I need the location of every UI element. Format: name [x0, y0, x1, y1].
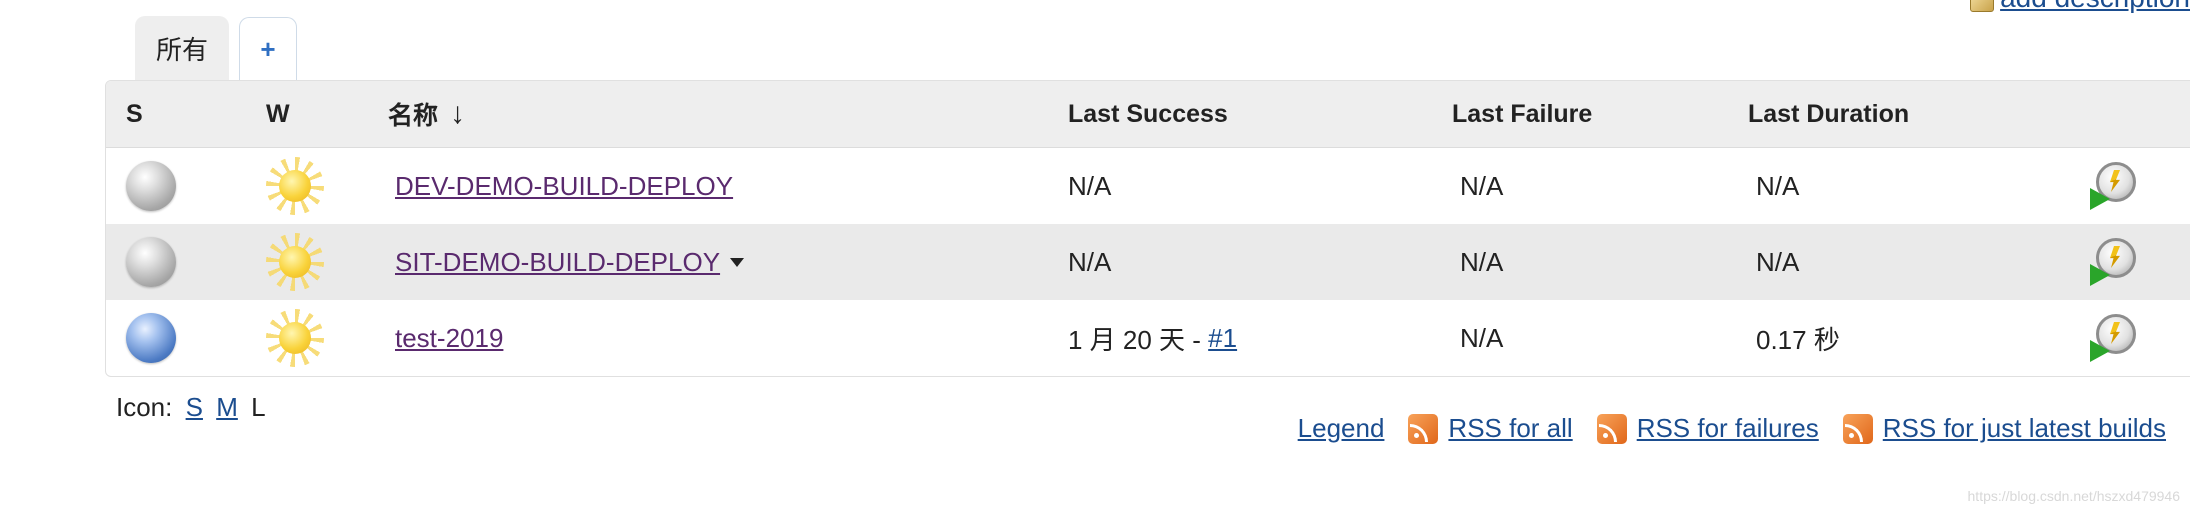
- footer-links: Legend RSS for all RSS for failures RSS …: [1274, 413, 2166, 444]
- rss-icon[interactable]: [1408, 413, 1439, 444]
- rss-failures-item: RSS for failures: [1596, 413, 1819, 444]
- weather-cell: [266, 148, 324, 224]
- add-description-link[interactable]: add description: [1970, 0, 2190, 14]
- icon-size-large-current: L: [251, 392, 266, 422]
- table-header: S W 名称 ↓ Last Success Last Failure Last D…: [106, 81, 2190, 148]
- legend-item: Legend: [1298, 413, 1385, 444]
- tab-all[interactable]: 所有: [135, 16, 229, 80]
- build-cell: [2090, 224, 2138, 300]
- header-last-success[interactable]: Last Success: [1068, 81, 1228, 147]
- job-menu-caret-icon[interactable]: [730, 257, 745, 267]
- schedule-build-icon[interactable]: [2090, 238, 2138, 286]
- icon-size-selector: Icon: S M L: [116, 392, 266, 423]
- icon-size-small[interactable]: S: [186, 392, 203, 422]
- last-duration-cell: N/A: [1756, 170, 1800, 201]
- last-failure-cell: N/A: [1460, 322, 1504, 353]
- job-link[interactable]: DEV-DEMO-BUILD-DEPLOY: [395, 171, 733, 202]
- last-duration-cell: 0.17 秒: [1756, 324, 1840, 355]
- edit-icon: [1970, 0, 1995, 12]
- last-failure-cell: N/A: [1460, 170, 1504, 201]
- status-cell: [126, 148, 176, 224]
- status-cell: [126, 224, 176, 300]
- table-row: DEV-DEMO-BUILD-DEPLOY N/A N/A N/A: [106, 148, 2190, 224]
- rss-all-item: RSS for all: [1408, 413, 1573, 444]
- icon-size-medium[interactable]: M: [216, 392, 238, 422]
- add-view-tab[interactable]: +: [239, 17, 297, 80]
- schedule-build-icon[interactable]: [2090, 162, 2138, 210]
- table-row: SIT-DEMO-BUILD-DEPLOY N/A N/A N/A: [106, 224, 2190, 300]
- rss-latest-link[interactable]: RSS for just latest builds: [1883, 413, 2166, 444]
- job-name-cell: SIT-DEMO-BUILD-DEPLOY: [395, 224, 745, 300]
- header-last-duration[interactable]: Last Duration: [1748, 81, 1909, 147]
- header-name-label: 名称: [388, 102, 439, 130]
- legend-link[interactable]: Legend: [1298, 413, 1385, 444]
- build-cell: [2090, 300, 2138, 376]
- rss-icon[interactable]: [1596, 413, 1627, 444]
- sunny-weather-icon: [266, 157, 324, 215]
- build-cell: [2090, 148, 2138, 224]
- rss-icon[interactable]: [1842, 413, 1873, 444]
- icon-size-label: Icon:: [116, 392, 173, 422]
- header-name[interactable]: 名称 ↓: [388, 81, 465, 147]
- schedule-build-icon[interactable]: [2090, 314, 2138, 362]
- sunny-weather-icon: [266, 309, 324, 367]
- sunny-weather-icon: [266, 233, 324, 291]
- status-cell: [126, 300, 176, 376]
- last-duration-cell: N/A: [1756, 246, 1800, 277]
- header-status[interactable]: S: [126, 81, 143, 147]
- watermark: https://blog.csdn.net/hszxd479946: [1967, 488, 2180, 504]
- rss-all-link[interactable]: RSS for all: [1448, 413, 1572, 444]
- rss-latest-item: RSS for just latest builds: [1842, 413, 2166, 444]
- header-weather[interactable]: W: [266, 81, 290, 147]
- rss-failures-link[interactable]: RSS for failures: [1637, 413, 1819, 444]
- build-number-link[interactable]: #1: [1208, 323, 1237, 354]
- last-success-cell: 1 月 20 天 - #1: [1068, 300, 1237, 376]
- last-failure-cell: N/A: [1460, 246, 1504, 277]
- job-link[interactable]: SIT-DEMO-BUILD-DEPLOY: [395, 247, 720, 278]
- weather-cell: [266, 224, 324, 300]
- job-name-cell: DEV-DEMO-BUILD-DEPLOY: [395, 148, 733, 224]
- jobs-table: S W 名称 ↓ Last Success Last Failure Last D…: [105, 80, 2190, 377]
- weather-cell: [266, 300, 324, 376]
- status-ball-blue-icon: [126, 313, 176, 363]
- add-description-label[interactable]: add description: [2000, 0, 2190, 13]
- table-row: test-2019 1 月 20 天 - #1 N/A 0.17 秒: [106, 300, 2190, 376]
- last-success-text: 1 月 20 天 -: [1068, 324, 1209, 355]
- view-tabs: 所有 +: [135, 16, 297, 80]
- status-ball-grey-icon: [126, 161, 176, 211]
- header-last-failure[interactable]: Last Failure: [1452, 81, 1592, 147]
- status-ball-grey-icon: [126, 237, 176, 287]
- job-name-cell: test-2019: [395, 300, 503, 376]
- job-link[interactable]: test-2019: [395, 323, 503, 354]
- sort-arrow-icon: ↓: [450, 97, 466, 130]
- last-success-cell: N/A: [1068, 170, 1112, 201]
- last-success-cell: N/A: [1068, 246, 1112, 277]
